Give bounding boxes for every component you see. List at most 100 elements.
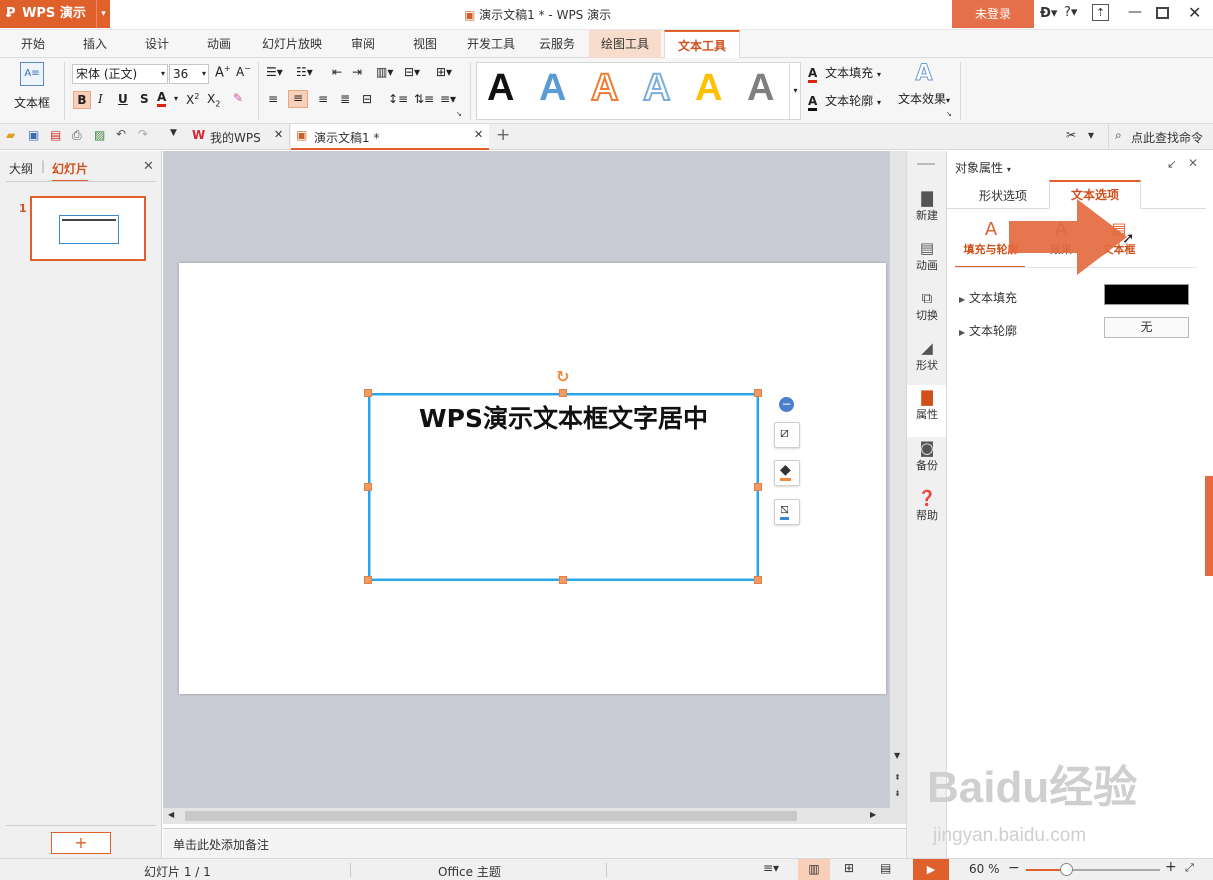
text-style-gray[interactable]: A [747, 67, 774, 110]
slide-textbox-text[interactable]: WPS演示文本框文字居中 [370, 399, 757, 435]
outline-button[interactable]: ⧅ [774, 499, 800, 525]
rail-item-transition[interactable]: ⧉ 切换 [907, 289, 947, 339]
horizontal-scrollbar[interactable]: ◀ ▶ [163, 808, 906, 824]
menu-tab-developer[interactable]: 开发工具 [462, 30, 520, 58]
text-outline-button[interactable]: A 文本轮廓 ▾ [808, 92, 881, 111]
scroll-down-icon[interactable]: ▼ [894, 751, 900, 760]
close-panel-icon[interactable]: ✕ [143, 159, 154, 174]
vertical-scrollbar[interactable]: ▼ ⇞ ⇟ [890, 151, 906, 808]
text-style-orange-outline[interactable]: A [590, 66, 619, 110]
rail-item-animation[interactable]: ▤ 动画 [907, 239, 947, 289]
dialog-launcher-icon[interactable]: ↘ [946, 110, 952, 118]
panel-title[interactable]: 对象属性 ▾ [955, 159, 1011, 176]
comment-icon[interactable]: ▾ [1088, 128, 1094, 142]
menu-tab-slideshow[interactable]: 幻灯片放映 [256, 30, 328, 58]
menu-tab-text-tools[interactable]: 文本工具 [664, 30, 740, 59]
app-menu-dropdown-icon[interactable]: ▾ [96, 0, 110, 28]
scroll-right-icon[interactable]: ▶ [870, 810, 876, 819]
decrease-indent-icon[interactable]: ⇤ [332, 65, 342, 79]
text-outline-value[interactable]: 无 [1104, 317, 1189, 338]
clear-format-icon[interactable]: ✎ [233, 91, 243, 105]
menu-tab-cloud[interactable]: 云服务 [532, 30, 582, 58]
bold-button[interactable]: B [73, 91, 91, 109]
underline-button[interactable]: U [118, 92, 128, 106]
font-size-select[interactable]: 36 ▾ [169, 64, 209, 84]
prev-slide-icon[interactable]: ⇞ [894, 773, 901, 782]
tools-icon[interactable]: ✂ [1066, 128, 1076, 142]
zoom-out-icon[interactable]: − [1008, 860, 1020, 876]
notes-pane[interactable]: 单击此处添加备注 [163, 828, 906, 858]
text-fill-row[interactable]: ▶ 文本填充 [959, 289, 1017, 306]
zoom-in-icon[interactable]: + [1165, 859, 1177, 875]
play-slideshow-button[interactable]: ▶ [913, 859, 949, 880]
minimize-icon[interactable]: — [1128, 4, 1142, 20]
selected-textbox[interactable]: WPS演示文本框文字居中 [368, 393, 759, 581]
new-tab-icon[interactable]: + [496, 125, 510, 145]
scrollbar-thumb[interactable] [185, 811, 797, 821]
rotate-handle-icon[interactable]: ↻ [556, 367, 569, 386]
print-preview-icon[interactable]: ▨ [94, 128, 105, 142]
close-tab-icon[interactable]: ✕ [474, 128, 483, 141]
fill-button[interactable]: ◆ [774, 460, 800, 486]
resize-handle[interactable] [754, 576, 762, 584]
tab-outline[interactable]: 大纲 [9, 160, 33, 177]
columns-icon[interactable]: ▥▾ [376, 65, 393, 79]
text-effect-button[interactable]: A 文本效果▾ [894, 61, 954, 107]
menu-tab-start[interactable]: 开始 [8, 30, 58, 58]
italic-button[interactable]: I [98, 92, 103, 106]
skin-icon[interactable]: Ð▾ [1040, 6, 1057, 21]
scroll-left-icon[interactable]: ◀ [168, 810, 174, 819]
save-icon[interactable]: ▣ [28, 128, 39, 142]
resize-handle[interactable] [364, 576, 372, 584]
font-color-button[interactable]: A [157, 90, 167, 107]
increase-indent-icon[interactable]: ⇥ [352, 65, 362, 79]
resize-handle[interactable] [559, 576, 567, 584]
undo-icon[interactable]: ↶ [116, 127, 126, 141]
pin-icon[interactable]: ↙ [1167, 157, 1177, 171]
text-direction-icon[interactable]: ⊟▾ [404, 65, 420, 79]
rail-item-backup[interactable]: ◙ 备份 [907, 439, 947, 489]
quick-access-dropdown-icon[interactable]: ▼ [170, 128, 177, 138]
close-tab-icon[interactable]: ✕ [274, 128, 283, 141]
shrink-font-icon[interactable]: A− [236, 64, 251, 79]
next-slide-icon[interactable]: ⇟ [894, 789, 901, 798]
app-menu-button[interactable]: Ꝑ WPS 演示 ▾ [0, 0, 110, 28]
menu-tab-insert[interactable]: 插入 [72, 30, 118, 58]
text-fill-button[interactable]: A 文本填充 ▾ [808, 64, 881, 83]
text-outline-row[interactable]: ▶ 文本轮廓 [959, 322, 1017, 339]
tab-document[interactable]: ▣ 演示文稿1 * ✕ [291, 124, 489, 150]
rail-item-shape[interactable]: ◢ 形状 [907, 339, 947, 389]
resize-handle[interactable] [754, 389, 762, 397]
upload-icon[interactable]: ⇡ [1092, 4, 1109, 21]
menu-tab-design[interactable]: 设计 [134, 30, 180, 58]
edit-shape-button[interactable]: ⧄ [774, 422, 800, 448]
menu-tab-drawing-tools[interactable]: 绘图工具 [589, 30, 661, 58]
login-button[interactable]: 未登录 [952, 0, 1034, 28]
resize-handle[interactable] [559, 389, 567, 397]
close-panel-icon[interactable]: ✕ [1188, 156, 1198, 170]
collapse-icon[interactable]: − [779, 397, 794, 412]
zoom-level[interactable]: 60 % [969, 862, 1000, 876]
add-slide-button[interactable]: + [51, 832, 111, 854]
menu-tab-animation[interactable]: 动画 [196, 30, 242, 58]
line-spacing-icon[interactable]: ↕≡ [388, 92, 408, 106]
resize-handle[interactable] [754, 483, 762, 491]
menu-tab-review[interactable]: 审阅 [340, 30, 386, 58]
resize-handle[interactable] [364, 483, 372, 491]
resize-handle[interactable] [364, 389, 372, 397]
textbox-button[interactable]: A≡ 文本框 [8, 62, 56, 120]
justify-icon[interactable]: ≣ [340, 92, 350, 106]
command-search[interactable]: ⌕ 点此查找命令 [1108, 124, 1213, 149]
text-style-blue-outline[interactable]: A [642, 66, 671, 110]
superscript-button[interactable]: X2 [186, 92, 199, 107]
grow-font-icon[interactable]: A+ [215, 64, 231, 80]
gallery-more-icon[interactable]: ▾ [789, 63, 801, 119]
paragraph-spacing-icon[interactable]: ⇅≡ [414, 92, 434, 106]
zoom-slider-track[interactable] [1026, 863, 1160, 876]
font-name-select[interactable]: 宋体 (正文) ▾ [72, 64, 168, 84]
fit-window-icon[interactable]: ⤢ [1185, 861, 1194, 875]
tab-slides[interactable]: 幻灯片 [52, 160, 89, 182]
text-style-gold[interactable]: A [695, 67, 722, 110]
text-fill-color-swatch[interactable] [1104, 284, 1189, 305]
shadow-text-button[interactable]: S [140, 92, 149, 106]
